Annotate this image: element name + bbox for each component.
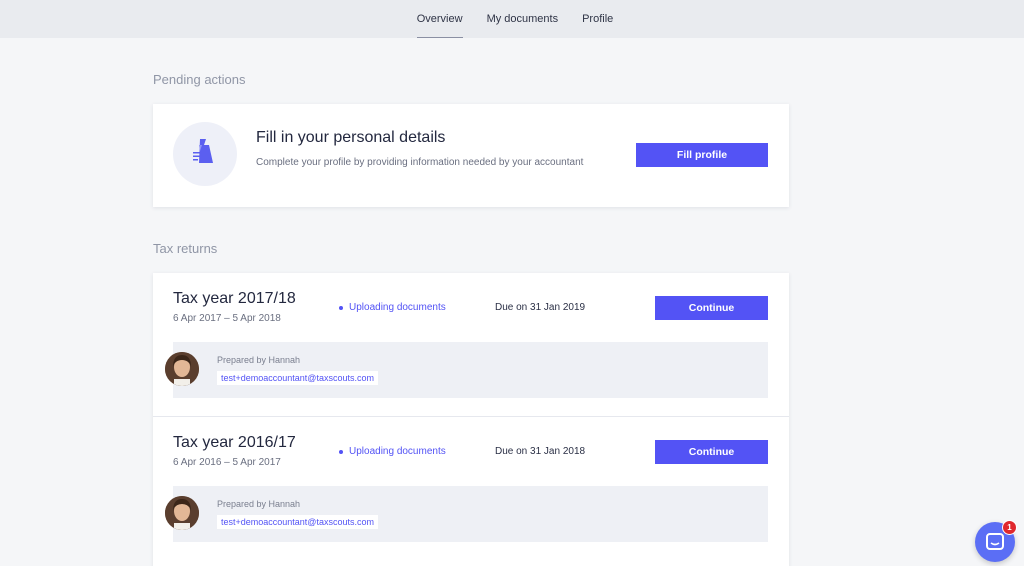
fill-profile-button[interactable]: Fill profile [636,143,768,167]
pending-actions-heading: Pending actions [153,72,246,87]
pending-action-card: Fill in your personal details Complete y… [153,104,789,207]
status-label: Uploading documents [349,302,446,313]
accountant-panel: Prepared by Hannah test+demoaccountant@t… [165,486,768,542]
tax-year-title: Tax year 2016/17 [173,434,296,451]
tax-return-item: Tax year 2016/17 6 Apr 2016 – 5 Apr 2017… [153,417,789,561]
pending-action-description: Complete your profile by providing infor… [256,157,584,168]
due-date: Due on 31 Jan 2018 [495,446,586,457]
status-label: Uploading documents [349,446,446,457]
tax-returns-list: Tax year 2017/18 6 Apr 2017 – 5 Apr 2018… [153,273,789,566]
tax-year-range: 6 Apr 2016 – 5 Apr 2017 [173,457,281,468]
accountant-email-link[interactable]: test+demoaccountant@taxscouts.com [217,515,378,529]
avatar [165,496,199,530]
accountant-panel: Prepared by Hannah test+demoaccountant@t… [165,342,768,398]
tab-profile[interactable]: Profile [570,0,625,38]
avatar [165,352,199,386]
prepared-by-label: Prepared by Hannah [217,355,301,365]
notification-badge: 1 [1002,520,1017,535]
tax-year-title: Tax year 2017/18 [173,290,296,307]
status-dot-icon [339,305,343,310]
prepared-by-label: Prepared by Hannah [217,499,301,509]
top-navigation: Overview My documents Profile [0,0,1024,38]
tax-returns-heading: Tax returns [153,241,218,256]
pending-action-title: Fill in your personal details [256,129,446,146]
tab-overview[interactable]: Overview [405,0,475,38]
status-indicator: Uploading documents [339,302,446,313]
continue-button[interactable]: Continue [655,296,768,320]
tax-return-item: Tax year 2017/18 6 Apr 2017 – 5 Apr 2018… [153,273,789,417]
accountant-email-link[interactable]: test+demoaccountant@taxscouts.com [217,371,378,385]
continue-button[interactable]: Continue [655,440,768,464]
profile-document-icon [173,122,237,186]
tax-year-range: 6 Apr 2017 – 5 Apr 2018 [173,313,281,324]
chat-icon [986,533,1004,550]
due-date: Due on 31 Jan 2019 [495,302,586,313]
chat-launcher-button[interactable]: 1 [975,520,1017,562]
status-indicator: Uploading documents [339,446,446,457]
tab-my-documents[interactable]: My documents [475,0,571,38]
status-dot-icon [339,449,343,454]
